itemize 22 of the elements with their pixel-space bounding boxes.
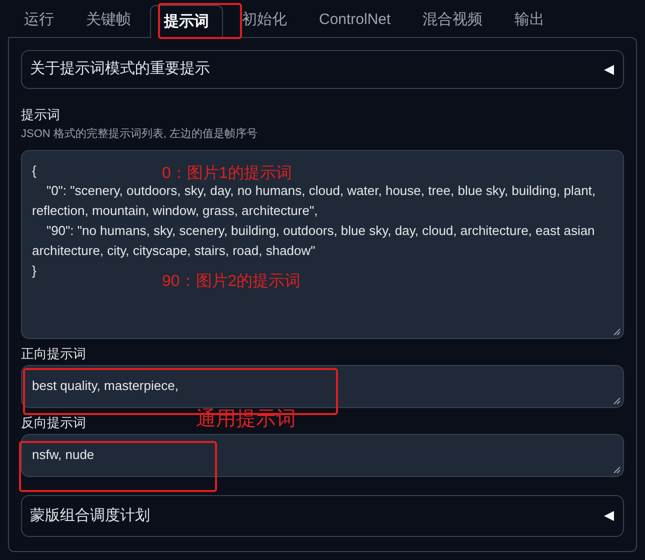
field-label: 反向提示词 [21,414,86,432]
resize-handle-icon[interactable] [613,397,621,405]
accordion-header[interactable]: 关于提示词模式的重要提示 [21,50,624,89]
resize-handle-icon[interactable] [613,328,621,336]
annotation-text: 0：图片1的提示词 [162,164,292,184]
accordion-title: 蒙版组合调度计划 [30,506,150,526]
tab[interactable]: 输出 [498,4,561,37]
tab[interactable]: 混合视频 [406,4,499,37]
field-label: 正向提示词 [21,345,86,363]
annotation-text: 90：图片2的提示词 [162,272,301,292]
accordion-header[interactable]: 蒙版组合调度计划 [21,495,624,537]
field-hint: JSON 格式的完整提示词列表, 左边的值是帧序号 [21,126,258,142]
tab[interactable]: 提示词 [150,5,223,38]
tab[interactable]: 初始化 [226,4,303,37]
tab[interactable]: 关键帧 [70,4,147,37]
text-area[interactable]: nsfw, nude [21,434,624,477]
text-area[interactable]: best quality, masterpiece, [21,365,624,408]
tab[interactable]: 运行 [8,4,70,37]
tab[interactable]: ControlNet [303,4,407,37]
field-label: 提示词 [21,106,60,124]
resize-handle-icon[interactable] [613,466,621,474]
accordion-title: 关于提示词模式的重要提示 [30,59,210,80]
